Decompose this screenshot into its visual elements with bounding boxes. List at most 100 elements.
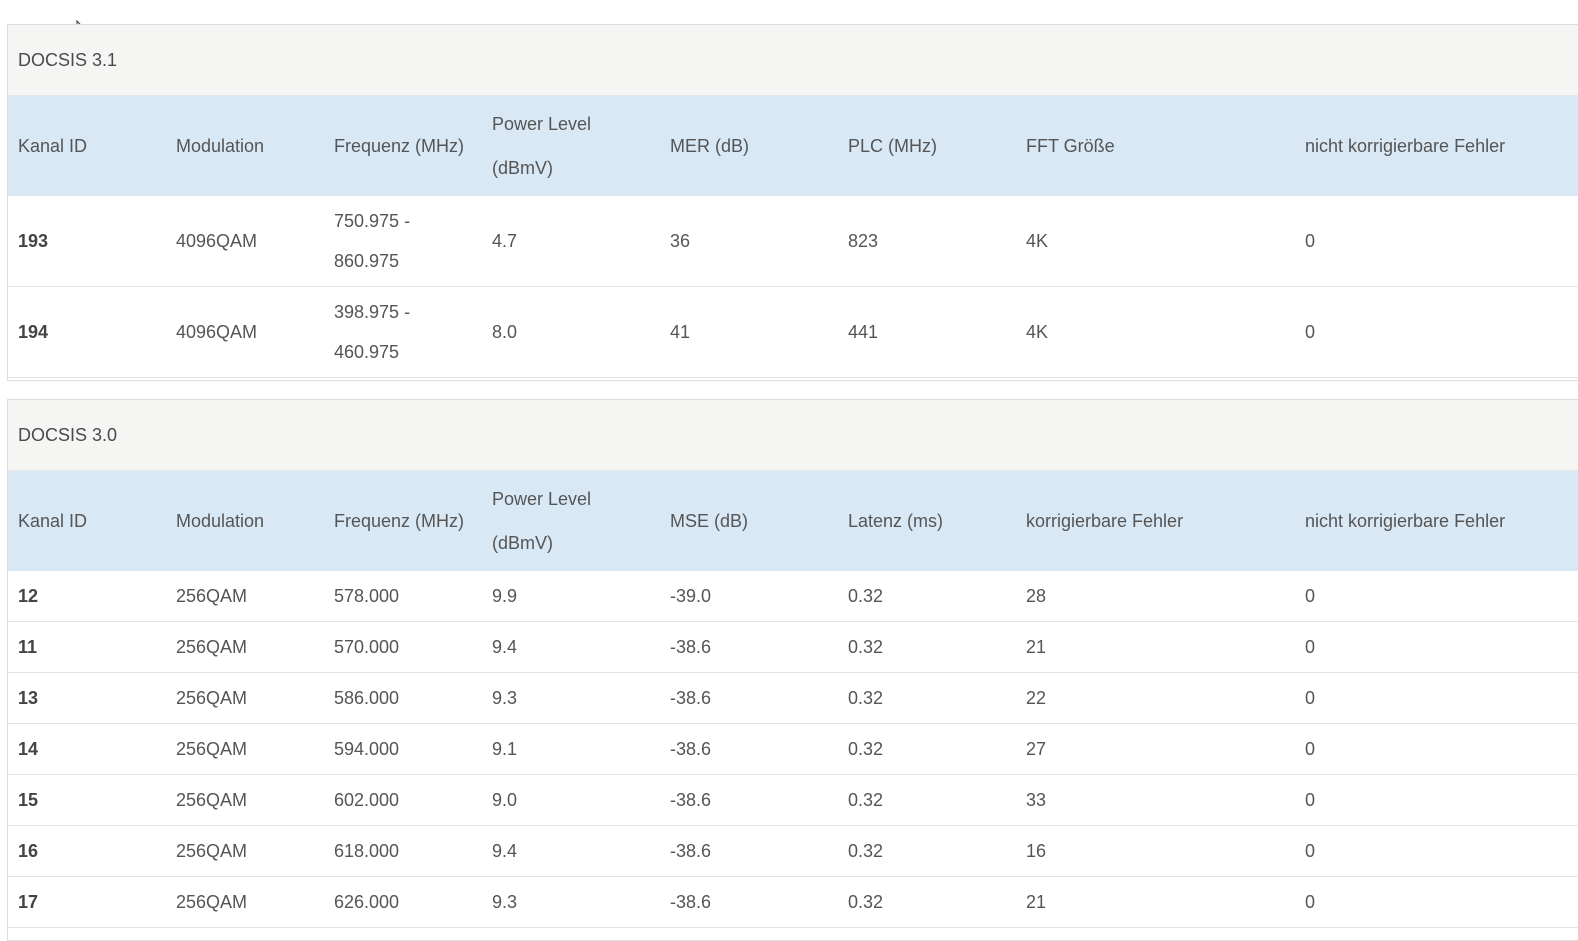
table-cell: 0.32: [838, 621, 1016, 673]
column-header: Latenz (ms): [848, 511, 944, 531]
table-cell: 0: [1295, 672, 1578, 724]
table-cell: 9.3: [482, 672, 660, 724]
table-cell: 0: [1295, 876, 1578, 928]
table-header-row: Kanal ID Modulation Frequenz (MHz) Power…: [8, 96, 1578, 196]
table-cell: 0: [1295, 723, 1578, 775]
table-cell: 41: [660, 286, 838, 378]
table-cell: 4K: [1016, 286, 1295, 378]
table-cell: 9.4: [482, 621, 660, 673]
column-header: Kanal ID: [18, 136, 88, 156]
table-cell: 0.32: [838, 876, 1016, 928]
docsis-30-title: DOCSIS 3.0: [8, 400, 1578, 471]
column-header: Frequenz (MHz): [334, 136, 465, 156]
table-cell: 9.3: [482, 876, 660, 928]
table-cell: 256QAM: [166, 825, 324, 877]
table-cell: 33: [1016, 774, 1295, 826]
table-row: 12 256QAM 578.000 9.9 -39.0 0.32 28 0: [8, 571, 1578, 622]
column-header: Kanal ID: [18, 511, 88, 531]
table-cell: -39.0: [660, 571, 838, 622]
table-cell: 578.000: [324, 571, 482, 622]
column-header: MER (dB): [670, 136, 750, 156]
table-cell: 21: [1016, 621, 1295, 673]
table-header-row: Kanal ID Modulation Frequenz (MHz) Power…: [8, 471, 1578, 571]
column-header: FFT Größe: [1026, 136, 1115, 156]
table-cell: 21: [1016, 876, 1295, 928]
table-cell: 0.32: [838, 774, 1016, 826]
table-cell: 398.975 - 460.975: [324, 286, 482, 378]
table-cell: -38.6: [660, 825, 838, 877]
column-header: nicht korrigierbare Fehler: [1305, 511, 1506, 531]
table-cell: 0: [1295, 286, 1578, 378]
table-cell: 0.32: [838, 723, 1016, 775]
table-row: 193 4096QAM 750.975 - 860.975 4.7 36 823 4K 0: [8, 196, 1578, 287]
table-cell: 0: [1295, 196, 1578, 287]
channel-id-cell: 16: [8, 825, 166, 877]
table-cell: 4096QAM: [166, 286, 324, 378]
table-cell: 256QAM: [166, 876, 324, 928]
column-header: nicht korrigierbare Fehler: [1305, 136, 1506, 156]
column-header: Power Level (dBmV): [492, 489, 592, 553]
docsis-31-title: DOCSIS 3.1: [8, 25, 1578, 96]
table-row: 16 256QAM 618.000 9.4 -38.6 0.32 16 0: [8, 825, 1578, 877]
channel-id-cell: 12: [8, 571, 166, 622]
table-cell: 4.7: [482, 196, 660, 287]
column-header: Frequenz (MHz): [334, 511, 465, 531]
table-cell: 256QAM: [166, 621, 324, 673]
channel-id-cell: 11: [8, 621, 166, 673]
table-cell: -38.6: [660, 876, 838, 928]
table-cell: 4K: [1016, 196, 1295, 287]
table-cell: 570.000: [324, 621, 482, 673]
table-cell: 4096QAM: [166, 196, 324, 287]
column-header: PLC (MHz): [848, 136, 937, 156]
table-row: 13 256QAM 586.000 9.3 -38.6 0.32 22 0: [8, 672, 1578, 724]
table-cell: 0: [1295, 571, 1578, 622]
docsis-30-table: Kanal ID Modulation Frequenz (MHz) Power…: [8, 471, 1578, 928]
table-row: 15 256QAM 602.000 9.0 -38.6 0.32 33 0: [8, 774, 1578, 826]
channel-id-cell: 14: [8, 723, 166, 775]
table-cell: 0: [1295, 774, 1578, 826]
table-row: 14 256QAM 594.000 9.1 -38.6 0.32 27 0: [8, 723, 1578, 775]
table-row: 11 256QAM 570.000 9.4 -38.6 0.32 21 0: [8, 621, 1578, 673]
table-cell: 626.000: [324, 876, 482, 928]
table-cell: 602.000: [324, 774, 482, 826]
channel-id-cell: 15: [8, 774, 166, 826]
table-cell: 0: [1295, 825, 1578, 877]
column-header: Power Level (dBmV): [492, 114, 592, 178]
table-cell: 0.32: [838, 571, 1016, 622]
table-cell: 9.1: [482, 723, 660, 775]
column-header: korrigierbare Fehler: [1026, 511, 1184, 531]
table-cell: 8.0: [482, 286, 660, 378]
table-cell: 0.32: [838, 672, 1016, 724]
table-cell: 823: [838, 196, 1016, 287]
table-cell: 586.000: [324, 672, 482, 724]
table-cell: 0.32: [838, 825, 1016, 877]
table-cell: 22: [1016, 672, 1295, 724]
table-cell: 28: [1016, 571, 1295, 622]
table-cell: 36: [660, 196, 838, 287]
table-cell: 256QAM: [166, 723, 324, 775]
channel-id-cell: 194: [8, 286, 166, 378]
table-cell: 9.0: [482, 774, 660, 826]
table-cell: 618.000: [324, 825, 482, 877]
channel-id-cell: 17: [8, 876, 166, 928]
table-cell: 441: [838, 286, 1016, 378]
table-row: 194 4096QAM 398.975 - 460.975 8.0 41 441 4K 0: [8, 286, 1578, 378]
channel-id-cell: 193: [8, 196, 166, 287]
docsis-30-panel: DOCSIS 3.0 Kanal ID Modulation Frequenz …: [7, 399, 1578, 941]
column-header: Modulation: [176, 511, 265, 531]
table-cell: 9.9: [482, 571, 660, 622]
table-cell: 256QAM: [166, 571, 324, 622]
table-cell: 594.000: [324, 723, 482, 775]
docsis-31-panel: DOCSIS 3.1 Kanal ID Modulation Frequenz …: [7, 24, 1578, 381]
table-row: 17 256QAM 626.000 9.3 -38.6 0.32 21 0: [8, 876, 1578, 928]
table-cell: -38.6: [660, 774, 838, 826]
table-cell: -38.6: [660, 672, 838, 724]
column-header: MSE (dB): [670, 511, 749, 531]
table-cell: 256QAM: [166, 672, 324, 724]
table-cell: -38.6: [660, 723, 838, 775]
table-cell: -38.6: [660, 621, 838, 673]
table-cell: 256QAM: [166, 774, 324, 826]
table-cell: 9.4: [482, 825, 660, 877]
column-header: Modulation: [176, 136, 265, 156]
docsis-31-table: Kanal ID Modulation Frequenz (MHz) Power…: [8, 96, 1578, 378]
